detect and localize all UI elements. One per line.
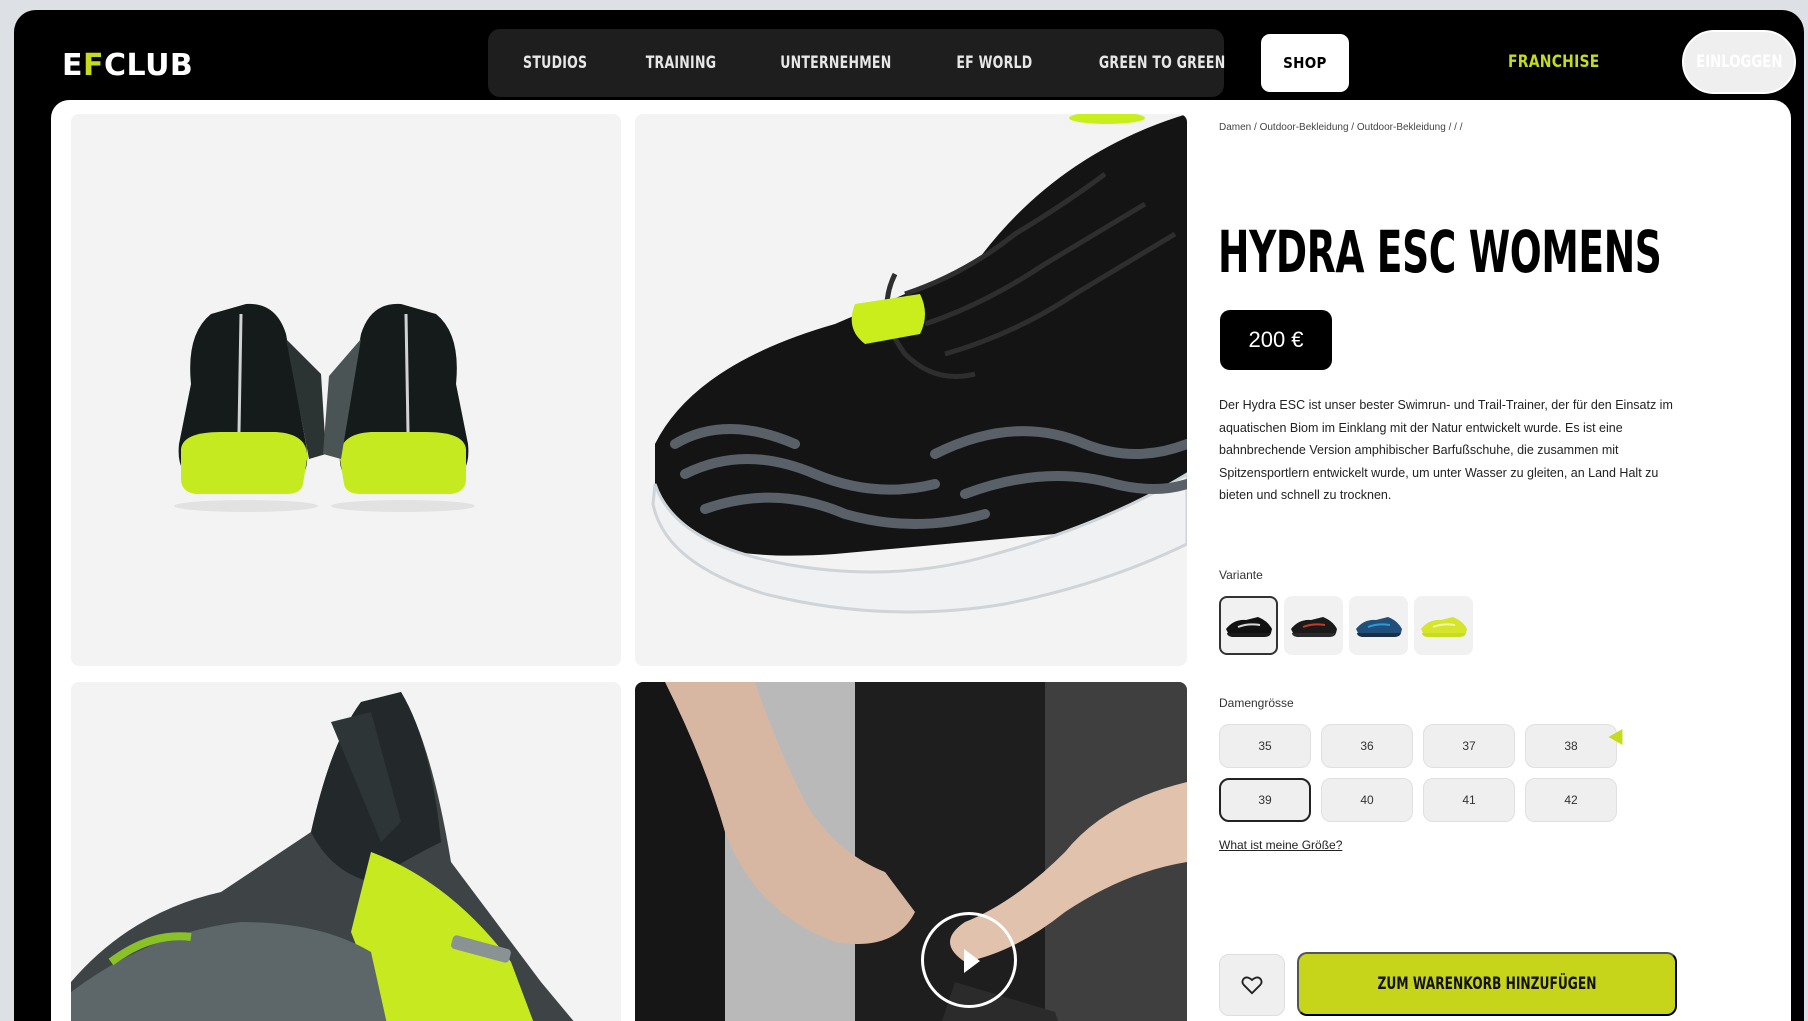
price-badge: 200 € — [1220, 310, 1332, 370]
product-image-heel[interactable] — [71, 682, 621, 1021]
app-frame: EFCLUB Studios Training Unternehmen EF W… — [14, 10, 1804, 1021]
shoe-thumbnail-icon — [1225, 616, 1272, 637]
size-label: Damengrösse — [1219, 696, 1294, 710]
product-image-closeup[interactable] — [635, 114, 1187, 666]
size-option[interactable]: 41 — [1423, 778, 1515, 822]
size-option[interactable]: 35 — [1219, 724, 1311, 768]
nav-training[interactable]: Training — [628, 34, 735, 92]
shoe-closeup-illustration — [651, 114, 1187, 614]
add-to-cart-label: Zum Warenkorb hinzufügen — [1377, 974, 1597, 994]
size-selector: 35 36 37 38 39 40 41 42 — [1219, 724, 1619, 822]
franchise-link[interactable]: Franchise — [1508, 52, 1600, 72]
shoe-heel-illustration — [71, 692, 574, 1021]
nav-unternehmen[interactable]: Unternehmen — [763, 34, 910, 92]
variant-label: Variante — [1219, 568, 1263, 582]
login-label: Einloggen — [1695, 52, 1783, 72]
variant-swatch[interactable] — [1349, 596, 1408, 655]
variant-swatch[interactable] — [1284, 596, 1343, 655]
size-option[interactable]: 37 — [1423, 724, 1515, 768]
add-to-cart-button[interactable]: Zum Warenkorb hinzufügen — [1297, 952, 1677, 1016]
product-title: HYDRA ESC WOMENS — [1218, 218, 1662, 286]
product-page: Damen / Outdoor-Bekleidung / Outdoor-Bek… — [51, 100, 1791, 1021]
size-option[interactable]: 40 — [1321, 778, 1413, 822]
shoe-thumbnail-icon — [1355, 616, 1402, 637]
nav-studios[interactable]: Studios — [505, 34, 605, 92]
breadcrumb[interactable]: Damen / Outdoor-Bekleidung / Outdoor-Bek… — [1219, 122, 1462, 133]
brand-logo[interactable]: EFCLUB — [62, 48, 193, 83]
variant-swatch[interactable] — [1219, 596, 1278, 655]
main-nav: Studios Training Unternehmen EF World Gr… — [488, 29, 1349, 97]
shoes-rear-illustration — [174, 303, 475, 512]
variant-selector — [1219, 596, 1473, 655]
product-video[interactable] — [635, 682, 1187, 1021]
logo-club: CLUB — [104, 48, 194, 83]
variant-swatch[interactable] — [1414, 596, 1473, 655]
hands-video-illustration — [635, 682, 1187, 1021]
logo-e: E — [62, 48, 83, 83]
nav-ef-world[interactable]: EF World — [938, 34, 1050, 92]
nav-shop[interactable]: Shop — [1261, 34, 1349, 92]
product-image-rear[interactable] — [71, 114, 621, 666]
heart-icon — [1241, 976, 1263, 995]
logo-f: F — [83, 48, 104, 83]
size-option[interactable]: 39 — [1219, 778, 1311, 822]
size-option[interactable]: 38 — [1525, 724, 1617, 768]
product-description: Der Hydra ESC ist unser bester Swimrun- … — [1219, 398, 1673, 502]
shoe-thumbnail-icon — [1290, 616, 1337, 637]
login-button[interactable]: Einloggen — [1682, 30, 1796, 94]
shoe-thumbnail-icon — [1420, 616, 1467, 637]
wishlist-button[interactable] — [1219, 954, 1285, 1016]
size-option[interactable]: 36 — [1321, 724, 1413, 768]
size-guide-link[interactable]: What ist meine Größe? — [1219, 838, 1342, 852]
nav-green-to-green[interactable]: Green to Green — [1081, 34, 1244, 92]
play-video-icon[interactable] — [921, 912, 1017, 1008]
size-option[interactable]: 42 — [1525, 778, 1617, 822]
